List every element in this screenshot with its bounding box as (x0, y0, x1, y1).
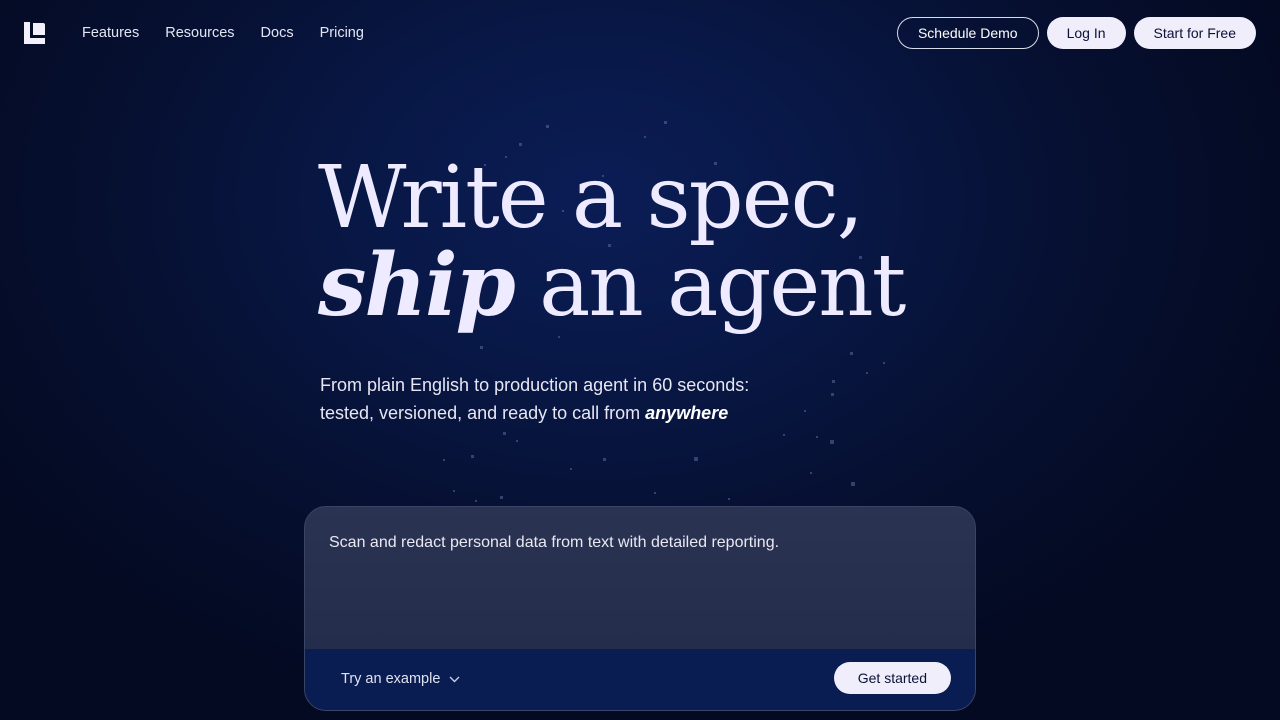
hero-subtitle: From plain English to production agent i… (320, 371, 820, 427)
chevron-down-icon (449, 676, 460, 682)
headline-emphasis: ship (318, 235, 516, 336)
log-in-button[interactable]: Log In (1046, 17, 1126, 49)
nav-link-resources[interactable]: Resources (165, 25, 234, 42)
nav-actions: Schedule Demo Log In Start for Free (896, 17, 1256, 49)
subtitle-line-1: From plain English to production agent i… (320, 375, 750, 395)
nav-link-pricing[interactable]: Pricing (320, 25, 364, 42)
subtitle-emphasis: anywhere (645, 403, 729, 423)
try-example-label: Try an example (341, 671, 441, 687)
prompt-card-footer: Try an example Get started (305, 649, 975, 710)
nav-links: Features Resources Docs Pricing (82, 25, 390, 42)
try-example-dropdown[interactable]: Try an example (341, 671, 460, 687)
headline-line-2: ship an agent (318, 242, 906, 331)
hero-headline: Write a spec, ship an agent (318, 154, 906, 331)
get-started-button[interactable]: Get started (833, 662, 951, 694)
prompt-textarea[interactable]: Scan and redact personal data from text … (329, 534, 779, 552)
subtitle-line-2: tested, versioned, and ready to call fro… (320, 403, 646, 423)
prompt-card: Scan and redact personal data from text … (304, 506, 976, 711)
start-free-button[interactable]: Start for Free (1133, 17, 1256, 49)
schedule-demo-button[interactable]: Schedule Demo (896, 17, 1039, 49)
nav-link-docs[interactable]: Docs (261, 25, 294, 42)
top-nav: Features Resources Docs Pricing Schedule… (0, 0, 1280, 66)
brand-logo-icon[interactable] (24, 22, 45, 44)
nav-link-features[interactable]: Features (82, 25, 139, 42)
headline-line-1: Write a spec, (318, 148, 864, 248)
headline-line-2-rest: an agent (513, 236, 906, 336)
